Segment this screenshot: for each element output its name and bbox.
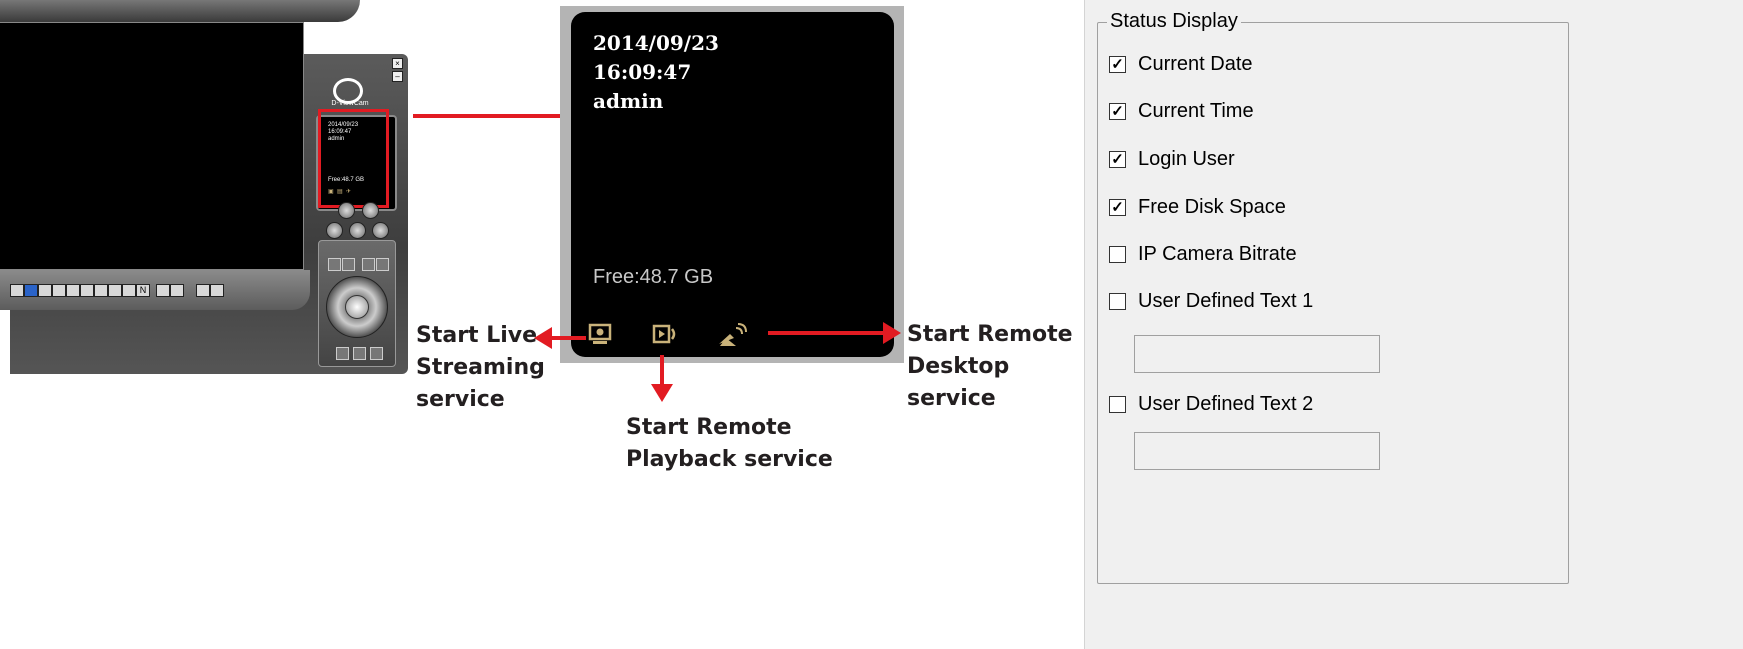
option-free-disk-space[interactable]: ✓ Free Disk Space: [1109, 194, 1286, 220]
option-label: Current Time: [1138, 99, 1254, 122]
ptz-center-button[interactable]: [345, 295, 369, 319]
config-button[interactable]: [349, 222, 366, 239]
option-label: Login User: [1138, 147, 1235, 170]
layout-9-button[interactable]: [80, 284, 94, 297]
nav-left-button[interactable]: [338, 202, 355, 219]
layout-10-button[interactable]: [94, 284, 108, 297]
layout-1-button[interactable]: [24, 284, 38, 297]
option-current-date[interactable]: ✓ Current Date: [1109, 51, 1253, 77]
status-date: 2014/09/23: [593, 31, 719, 55]
preset-2-button[interactable]: [353, 347, 366, 360]
layout-4-button[interactable]: [38, 284, 52, 297]
remote-playback-label: Start Remote Playback service: [626, 415, 833, 472]
zoom-out-button[interactable]: [328, 258, 341, 271]
option-ip-camera-bitrate[interactable]: IP Camera Bitrate: [1109, 241, 1297, 267]
preset-3-button[interactable]: [370, 347, 383, 360]
playback-arrow-head: [651, 384, 673, 402]
tools-button[interactable]: [372, 222, 389, 239]
nav-right-button[interactable]: [362, 202, 379, 219]
layout-6-button[interactable]: [52, 284, 66, 297]
live-streaming-label: Start Live Streaming service: [416, 323, 545, 412]
desktop-arrow-line: [768, 331, 884, 335]
focus-near-button[interactable]: [362, 258, 375, 271]
checkbox[interactable]: [1109, 292, 1126, 310]
option-label: Free Disk Space: [1138, 195, 1286, 218]
layout-13-button[interactable]: [108, 284, 122, 297]
sequence-button[interactable]: [170, 284, 184, 297]
option-current-time[interactable]: ✓ Current Time: [1109, 98, 1254, 124]
logo-text: D-ViewCam: [331, 100, 369, 107]
snapshot-button[interactable]: [196, 284, 210, 297]
option-login-user[interactable]: ✓ Login User: [1109, 146, 1235, 172]
user-defined-text-2-input[interactable]: [1134, 432, 1380, 470]
remote-desktop-label: Start Remote Desktop service: [907, 322, 1073, 411]
remote-playback-icon[interactable]: [652, 322, 680, 352]
close-icon[interactable]: ×: [392, 58, 403, 69]
record-button[interactable]: [326, 222, 343, 239]
layout-8-button[interactable]: [66, 284, 80, 297]
status-time: 16:09:47: [593, 60, 692, 84]
status-free-space: Free:48.7 GB: [593, 266, 714, 288]
layout-button[interactable]: [10, 284, 24, 297]
option-label: User Defined Text 2: [1138, 392, 1314, 415]
fullscreen-button[interactable]: [156, 284, 170, 297]
option-user-defined-text-2[interactable]: User Defined Text 2: [1109, 391, 1313, 417]
checkbox[interactable]: ✓: [1109, 102, 1126, 120]
playback-button[interactable]: [210, 284, 224, 297]
checkbox[interactable]: [1109, 245, 1126, 263]
layout-16-button[interactable]: [122, 284, 136, 297]
remote-desktop-icon[interactable]: [716, 322, 748, 354]
minimize-icon[interactable]: –: [392, 71, 403, 82]
zoom-arrow-line: [413, 114, 573, 118]
video-display-area: [0, 22, 304, 270]
desktop-arrow-head: [883, 322, 901, 344]
preset-1-button[interactable]: [336, 347, 349, 360]
live-streaming-icon[interactable]: [588, 322, 612, 352]
live-arrow-line: [552, 336, 586, 340]
playback-arrow-line: [660, 355, 664, 385]
checkbox[interactable]: [1109, 395, 1126, 413]
focus-far-button[interactable]: [376, 258, 389, 271]
layout-n-button[interactable]: N: [136, 284, 150, 297]
app-title-bar: [0, 0, 360, 22]
checkbox[interactable]: ✓: [1109, 150, 1126, 168]
option-label: User Defined Text 1: [1138, 289, 1314, 312]
checkbox[interactable]: ✓: [1109, 55, 1126, 73]
highlight-box: [318, 109, 389, 208]
status-user: admin: [593, 89, 664, 113]
option-label: Current Date: [1138, 52, 1253, 75]
option-user-defined-text-1[interactable]: User Defined Text 1: [1109, 288, 1313, 314]
user-defined-text-1-input[interactable]: [1134, 335, 1380, 373]
checkbox[interactable]: ✓: [1109, 198, 1126, 216]
group-title: Status Display: [1107, 10, 1241, 33]
option-label: IP Camera Bitrate: [1138, 242, 1297, 265]
zoom-in-button[interactable]: [342, 258, 355, 271]
